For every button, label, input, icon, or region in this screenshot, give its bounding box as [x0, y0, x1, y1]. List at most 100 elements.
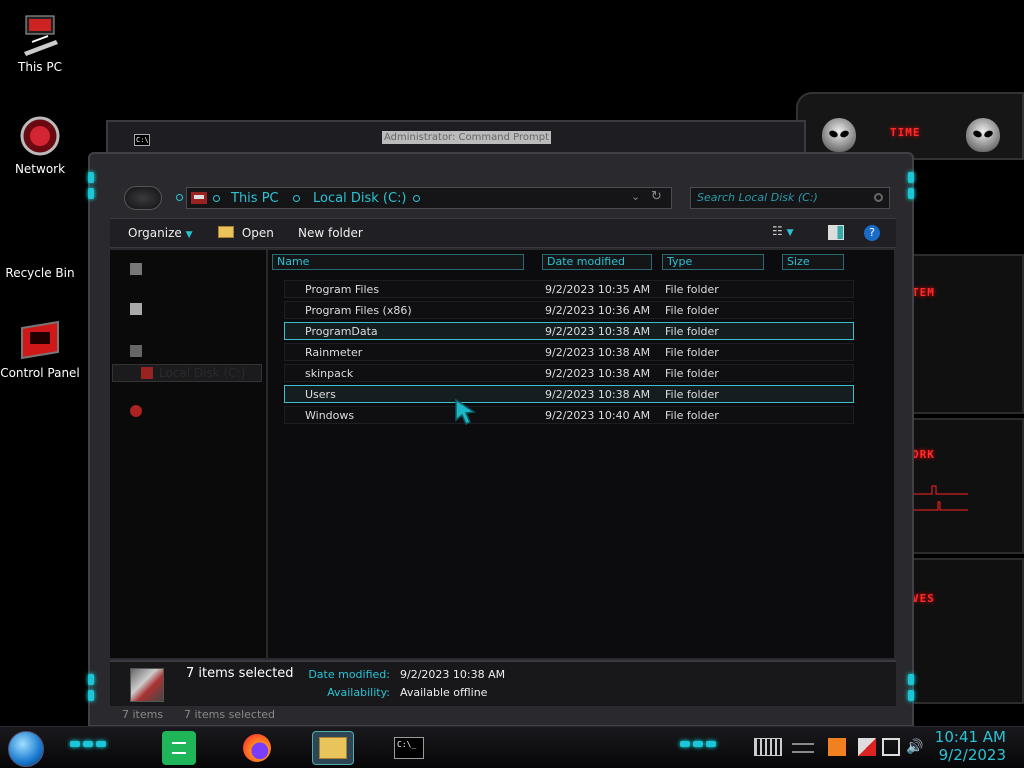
- sublime-text-icon[interactable]: [828, 738, 846, 756]
- file-type: File folder: [665, 346, 719, 359]
- breadcrumb-this-pc[interactable]: This PC: [231, 191, 279, 206]
- drives-gadget: VES: [906, 558, 1024, 704]
- status-item-count: 7 items: [122, 708, 164, 721]
- taskbar-app-command-prompt[interactable]: C:\_: [392, 731, 426, 765]
- column-header-name[interactable]: Name: [272, 254, 524, 270]
- nav-item-network[interactable]: [130, 404, 260, 420]
- refresh-icon[interactable]: ↻: [651, 189, 662, 204]
- file-row[interactable]: Windows 9/2/2023 10:40 AM File folder: [284, 406, 854, 424]
- cloud-icon: [130, 303, 142, 315]
- address-bar[interactable]: This PC Local Disk (C:) ⌄ ↻: [186, 187, 672, 209]
- back-forward-button[interactable]: [124, 186, 162, 210]
- file-type: File folder: [665, 283, 719, 296]
- file-date: 9/2/2023 10:38 AM: [545, 367, 651, 380]
- status-selected-count: 7 items selected: [184, 708, 276, 721]
- action-center-flag-icon[interactable]: [858, 738, 876, 756]
- star-icon: [130, 263, 142, 275]
- file-row[interactable]: Program Files 9/2/2023 10:35 AM File fol…: [284, 280, 854, 298]
- network-gadget: ORK: [906, 418, 1024, 554]
- organize-button[interactable]: Organize ▼: [128, 226, 193, 240]
- organize-label: Organize: [128, 226, 182, 240]
- address-dot-icon: [176, 194, 183, 201]
- volume-icon[interactable]: 🔊: [906, 738, 924, 756]
- clock-time: 10:41 AM: [934, 728, 1006, 746]
- preview-pane-icon[interactable]: [828, 225, 844, 240]
- chevron-down-icon[interactable]: ⌄: [631, 190, 640, 203]
- file-name: Program Files (x86): [305, 304, 412, 317]
- search-icon[interactable]: [874, 193, 883, 202]
- window-frame-accent: [88, 172, 94, 204]
- network-status-icon[interactable]: [882, 738, 900, 756]
- open-label: Open: [241, 226, 274, 240]
- taskbar: C:\_ 🔊 10:41 AM 9/2/2023: [0, 726, 1024, 768]
- desktop-icon-label: This PC: [18, 60, 62, 74]
- nav-item-this-pc[interactable]: [130, 344, 260, 360]
- search-input[interactable]: Search Local Disk (C:): [690, 187, 890, 209]
- alien-logo-icon: [966, 118, 1000, 152]
- file-row[interactable]: Users 9/2/2023 10:38 AM File folder: [284, 385, 854, 403]
- taskbar-app-file-explorer[interactable]: [312, 731, 354, 765]
- mouse-cursor-icon: [455, 398, 477, 426]
- date-modified-key: Date modified:: [308, 668, 390, 681]
- view-options-icon[interactable]: ☷ ▼: [772, 224, 794, 238]
- keyboard-icon[interactable]: [754, 738, 782, 756]
- window-frame-accent: [88, 674, 94, 706]
- alien-logo-icon: [822, 118, 856, 152]
- breadcrumb-local-disk[interactable]: Local Disk (C:): [313, 191, 406, 206]
- system-clock[interactable]: 10:41 AM 9/2/2023: [935, 728, 1006, 764]
- file-row[interactable]: ProgramData 9/2/2023 10:38 AM File folde…: [284, 322, 854, 340]
- gadget-label: TIME: [890, 126, 921, 139]
- file-name: ProgramData: [305, 325, 378, 338]
- nav-item-local-disk[interactable]: Local Disk (C:): [112, 364, 262, 382]
- help-icon[interactable]: ?: [864, 225, 880, 241]
- column-header-type[interactable]: Type: [662, 254, 764, 270]
- drive-icon: [191, 192, 207, 204]
- file-type: File folder: [665, 304, 719, 317]
- breadcrumb-separator-icon: [293, 195, 300, 202]
- availability-value: Available offline: [400, 686, 488, 699]
- file-name: Windows: [305, 409, 355, 422]
- clock-date: 9/2/2023: [938, 746, 1006, 764]
- navigation-pane: Local Disk (C:): [110, 250, 266, 658]
- desktop-icon-this-pc[interactable]: This PC: [0, 12, 80, 74]
- computer-icon: [130, 345, 142, 357]
- desktop-icon-recycle-bin[interactable]: Recycle Bin: [0, 218, 80, 280]
- nav-item-quick-access[interactable]: [130, 262, 260, 278]
- file-date: 9/2/2023 10:38 AM: [545, 346, 651, 359]
- nav-item-label: Local Disk (C:): [159, 366, 246, 380]
- notes-app-icon: [172, 742, 186, 754]
- search-placeholder: Search Local Disk (C:): [697, 191, 818, 204]
- desktop-icon-control-panel[interactable]: Control Panel: [0, 318, 80, 380]
- file-date: 9/2/2023 10:36 AM: [545, 304, 651, 317]
- start-button[interactable]: [8, 731, 44, 767]
- file-type: File folder: [665, 325, 719, 338]
- nav-item-onedrive[interactable]: [130, 302, 260, 318]
- command-prompt-icon: C:\_: [394, 737, 424, 759]
- file-row[interactable]: skinpack 9/2/2023 10:38 AM File folder: [284, 364, 854, 382]
- column-header-date[interactable]: Date modified: [542, 254, 652, 270]
- computer-icon: [18, 12, 62, 56]
- taskbar-app-firefox[interactable]: [240, 731, 274, 765]
- tray-overflow-icon[interactable]: [792, 743, 814, 753]
- status-bar: 7 items 7 items selected: [110, 708, 896, 726]
- file-type: File folder: [665, 388, 719, 401]
- details-pane: 7 items selected Date modified: 9/2/2023…: [110, 660, 896, 706]
- new-folder-button[interactable]: New folder: [298, 226, 363, 240]
- file-type: File folder: [665, 409, 719, 422]
- folder-icon: [319, 737, 347, 759]
- taskbar-app-notes[interactable]: [162, 731, 196, 765]
- file-list: Name Date modified Type Size Program Fil…: [268, 250, 894, 658]
- selection-count: 7 items selected: [186, 666, 294, 681]
- desktop-icon-label: Recycle Bin: [5, 266, 75, 280]
- desktop-icon-network[interactable]: Network: [0, 114, 80, 176]
- file-row[interactable]: Program Files (x86) 9/2/2023 10:36 AM Fi…: [284, 301, 854, 319]
- taskbar-accent: [70, 741, 110, 752]
- open-button[interactable]: Open: [218, 226, 274, 240]
- system-gadget: TEM: [906, 254, 1024, 414]
- file-row[interactable]: Rainmeter 9/2/2023 10:38 AM File folder: [284, 343, 854, 361]
- file-name: Rainmeter: [305, 346, 363, 359]
- file-explorer-window[interactable]: This PC Local Disk (C:) ⌄ ↻ Search Local…: [88, 152, 914, 727]
- breadcrumb-separator-icon: [413, 195, 420, 202]
- column-header-size[interactable]: Size: [782, 254, 844, 270]
- file-date: 9/2/2023 10:35 AM: [545, 283, 651, 296]
